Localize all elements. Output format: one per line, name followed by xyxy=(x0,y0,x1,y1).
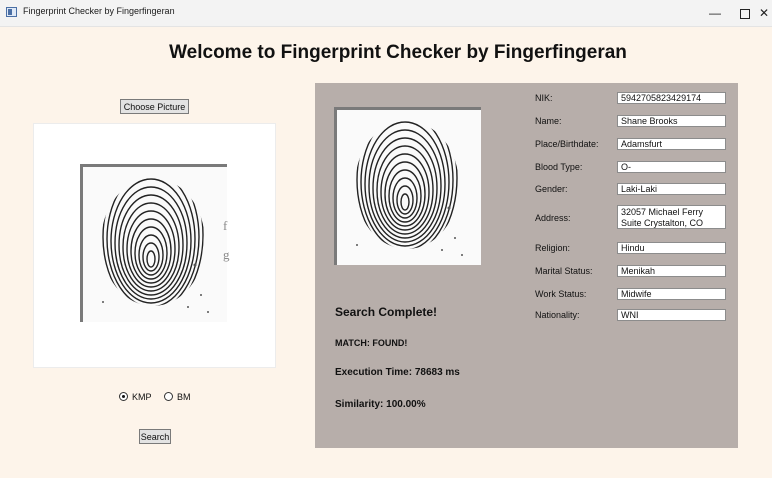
radio-kmp[interactable]: KMP xyxy=(119,391,152,402)
similarity: Similarity: 100.00% xyxy=(335,399,426,410)
birthplace-label: Place/Birthdate: xyxy=(535,139,599,149)
gender-label: Gender: xyxy=(535,184,568,194)
gender-field[interactable]: Laki-Laki xyxy=(617,183,726,195)
window-title: Fingerprint Checker by Fingerfingeran xyxy=(23,6,175,16)
radio-bm-indicator[interactable] xyxy=(164,392,173,402)
choose-picture-button[interactable]: Choose Picture xyxy=(120,99,189,114)
fingerprint-image xyxy=(334,107,481,265)
radio-kmp-label: KMP xyxy=(132,391,152,402)
marital-status-field[interactable]: Menikah xyxy=(617,265,726,277)
app-window-icon xyxy=(6,7,17,17)
birthplace-field[interactable]: Adamsfurt xyxy=(617,138,726,150)
religion-field[interactable]: Hindu xyxy=(617,242,726,254)
nationality-label: Nationality: xyxy=(535,310,580,320)
radio-kmp-indicator[interactable] xyxy=(119,392,128,402)
fingerprint-image xyxy=(80,164,227,322)
work-status-field[interactable]: Midwife xyxy=(617,288,726,300)
name-field[interactable]: Shane Brooks xyxy=(617,115,726,127)
radio-bm[interactable]: BM xyxy=(164,391,191,402)
nik-field[interactable]: 5942705823429174 xyxy=(617,92,726,104)
nik-label: NIK: xyxy=(535,93,553,103)
title-bar: Fingerprint Checker by Fingerfingeran — … xyxy=(0,0,772,27)
stray-letter-f: f xyxy=(223,218,228,233)
result-panel: Search Complete! MATCH: FOUND! Execution… xyxy=(315,83,738,448)
execution-time: Execution Time: 78683 ms xyxy=(335,367,460,378)
radio-bm-label: BM xyxy=(177,391,191,402)
search-button[interactable]: Search xyxy=(139,429,171,444)
blood-type-label: Blood Type: xyxy=(535,162,583,172)
work-status-label: Work Status: xyxy=(535,289,587,299)
search-status: Search Complete! xyxy=(335,305,438,319)
religion-label: Religion: xyxy=(535,243,571,253)
selected-picture-panel: f g xyxy=(34,124,275,367)
close-icon[interactable]: ✕ xyxy=(744,0,772,26)
stray-letter-g: g xyxy=(223,247,230,262)
marital-status-label: Marital Status: xyxy=(535,266,593,276)
blood-type-field[interactable]: O- xyxy=(617,161,726,173)
nationality-field[interactable]: WNI xyxy=(617,309,726,321)
match-status: MATCH: FOUND! xyxy=(335,338,408,348)
name-label: Name: xyxy=(535,116,562,126)
address-field[interactable]: 32057 Michael Ferry Suite Crystalton, CO… xyxy=(617,205,726,229)
page-title: Welcome to Fingerprint Checker by Finger… xyxy=(169,42,627,63)
address-label: Address: xyxy=(535,213,571,223)
